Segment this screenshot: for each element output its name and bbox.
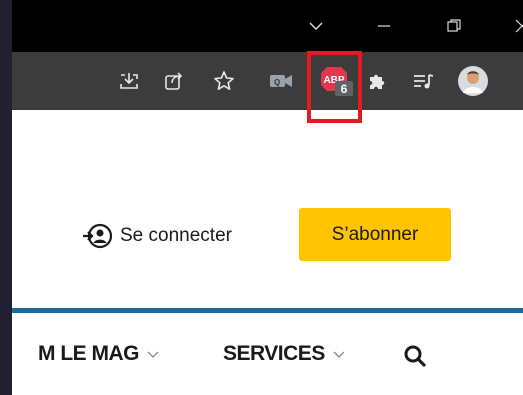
restore-button[interactable]: [444, 16, 464, 36]
minimize-button[interactable]: [374, 16, 394, 36]
search-button[interactable]: [403, 344, 427, 368]
chevron-down-icon: [333, 346, 345, 362]
chevron-down-icon: [147, 346, 159, 362]
puzzle-icon: [370, 74, 385, 89]
avatar: [458, 66, 488, 96]
tab-search-button[interactable]: [306, 16, 326, 36]
share-icon: [165, 72, 183, 90]
star-icon: [214, 71, 234, 90]
header-divider: [12, 308, 523, 313]
subscribe-button[interactable]: S’abonner: [299, 208, 451, 261]
search-icon: [404, 345, 426, 367]
browser-toolbar: Q ABP 6: [12, 52, 523, 110]
login-label: Se connecter: [120, 225, 232, 246]
login-link[interactable]: Se connecter: [82, 222, 232, 250]
nav-item-le-mag[interactable]: M LE MAG: [38, 342, 159, 366]
title-bar: [12, 0, 523, 52]
nav-item-label: SERVICES: [223, 342, 325, 365]
highlight-annotation-box: [307, 51, 362, 123]
web-page-content: Se connecter S’abonner M LE MAG SERVICES: [12, 110, 523, 395]
install-icon: [120, 73, 138, 89]
bookmark-star-button[interactable]: [211, 68, 237, 94]
extensions-button[interactable]: [365, 68, 391, 94]
close-icon: [515, 19, 523, 33]
queue-music-icon: [414, 74, 434, 89]
nav-item-services[interactable]: SERVICES: [223, 342, 345, 366]
window-frame-left: [0, 0, 12, 395]
profile-button[interactable]: [458, 66, 488, 96]
chevron-down-icon: [309, 22, 323, 30]
restore-icon: [447, 19, 461, 32]
install-app-button[interactable]: [116, 68, 142, 94]
minimize-icon: [378, 25, 390, 27]
share-button[interactable]: [161, 68, 187, 94]
close-button[interactable]: [512, 16, 523, 36]
nav-item-label: M LE MAG: [38, 342, 140, 365]
extension-video-button[interactable]: Q: [268, 68, 294, 94]
media-control-button[interactable]: [410, 68, 436, 94]
user-login-icon: [83, 223, 113, 249]
svg-text:Q: Q: [274, 78, 280, 87]
video-extension-icon: Q: [270, 75, 292, 87]
